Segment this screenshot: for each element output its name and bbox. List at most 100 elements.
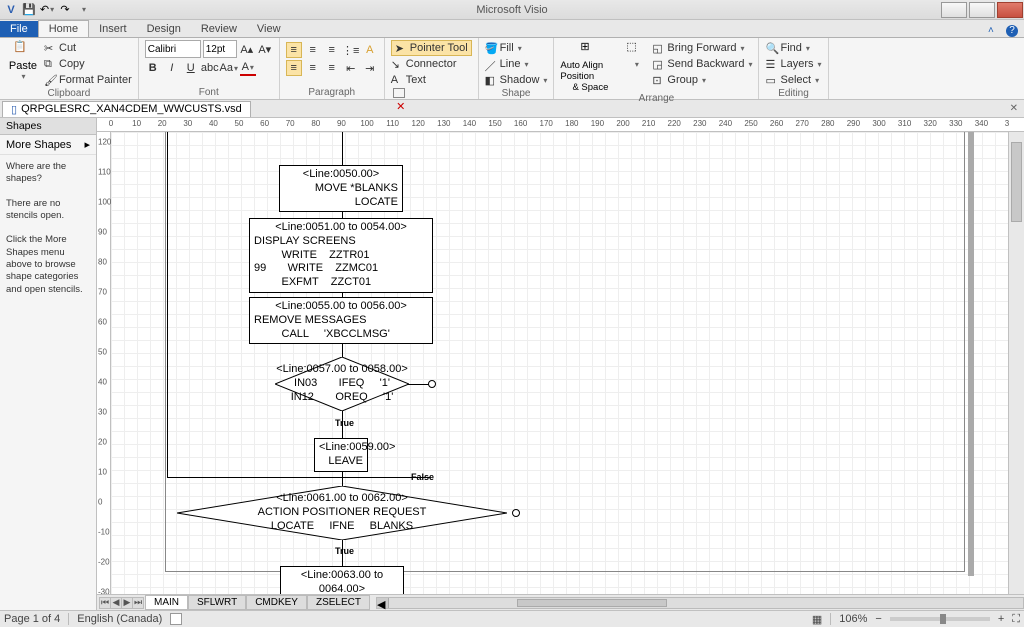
shrink-font-icon[interactable]: A▾	[257, 41, 273, 57]
flowchart-decision-node[interactable]: <Line:0057.00 to 0058.00> IN03 IFEQ '1' …	[275, 357, 409, 411]
node-header: <Line:0061.00 to 0062.00>	[276, 492, 408, 506]
zoom-in-button[interactable]: +	[998, 613, 1004, 625]
auto-align-button[interactable]: ⊞ Auto Align Position & Space	[560, 40, 620, 93]
flowchart-process-node[interactable]: <Line:0059.00> LEAVE	[314, 438, 368, 472]
bold-button[interactable]: B	[145, 60, 161, 76]
auto-align-label: Auto Align Position	[560, 60, 620, 82]
horizontal-scrollbar[interactable]: ◀	[376, 597, 1024, 609]
vertical-scroll-thumb[interactable]	[1011, 142, 1022, 222]
delete-tool-button[interactable]: ✕	[393, 98, 409, 114]
horizontal-scroll-thumb[interactable]	[517, 599, 667, 607]
fill-button[interactable]: 🪣Fill▾	[485, 40, 522, 56]
connector-tool-button[interactable]: ↘Connector	[391, 56, 457, 72]
grow-font-icon[interactable]: A▴	[239, 41, 255, 57]
sheet-tab-main[interactable]: MAIN	[145, 595, 188, 610]
true-label: True	[335, 546, 354, 556]
send-backward-button[interactable]: ◲Send Backward▾	[652, 56, 752, 72]
drawing-canvas[interactable]: <Line:0050.00> MOVE *BLANKS LOCATE <Line…	[111, 132, 1008, 594]
sheet-last-button[interactable]: ⏭	[132, 597, 144, 609]
bring-forward-button[interactable]: ◱Bring Forward▾	[652, 40, 752, 56]
document-tab[interactable]: ▯ QRPGLESRC_XAN4CDEM_WWCUSTS.vsd	[2, 101, 251, 117]
tab-home[interactable]: Home	[38, 20, 89, 37]
font-name-select[interactable]	[145, 40, 201, 58]
page-shadow	[968, 132, 974, 576]
status-zoom[interactable]: 106%	[839, 613, 867, 625]
flowchart-process-node[interactable]: <Line:0063.00 to 0064.00> MOVE ZEROS SFL…	[280, 566, 404, 594]
node-line: LOCATE IFNE BLANKS	[271, 520, 413, 534]
copy-button[interactable]: ⧉Copy	[44, 56, 132, 72]
font-size-select[interactable]	[203, 40, 237, 58]
zoom-slider[interactable]	[890, 617, 990, 621]
window-maximize-button[interactable]	[969, 2, 995, 18]
align-left-button[interactable]: ≡	[286, 60, 302, 76]
hscroll-left-button[interactable]: ◀	[377, 598, 389, 608]
paste-icon: 📋	[13, 40, 33, 60]
underline-button[interactable]: U	[183, 60, 199, 76]
qat-customize-icon[interactable]: ▾	[77, 3, 91, 17]
tab-review[interactable]: Review	[191, 21, 247, 37]
rectangle-tool-button[interactable]	[393, 88, 405, 98]
more-shapes-item[interactable]: More Shapes ▸	[0, 135, 96, 155]
align-top-button[interactable]: ≡	[286, 42, 302, 58]
send-backward-icon: ◲	[652, 58, 664, 70]
sheet-tab-zselect[interactable]: ZSELECT	[307, 595, 370, 610]
align-bottom-button[interactable]: ≡	[324, 42, 340, 58]
sheet-tab-cmdkey[interactable]: CMDKEY	[246, 595, 307, 610]
node-header: <Line:0063.00 to 0064.00>	[285, 569, 399, 594]
node-header: <Line:0059.00>	[319, 441, 363, 455]
text-tool-button[interactable]: AText	[391, 72, 426, 88]
find-button[interactable]: 🔍Find▾	[765, 40, 809, 56]
position-button[interactable]: ⬚ ▾	[624, 40, 648, 69]
flowchart-process-node[interactable]: <Line:0055.00 to 0056.00> REMOVE MESSAGE…	[249, 297, 433, 344]
sheet-tab-sflwrt[interactable]: SFLWRT	[188, 595, 246, 610]
redo-icon[interactable]: ↷	[58, 3, 72, 17]
layers-button[interactable]: ☰Layers▾	[765, 56, 821, 72]
undo-icon[interactable]: ↶▾	[40, 3, 54, 17]
visio-app-icon: V	[4, 3, 18, 17]
text-direction-button[interactable]: A	[362, 42, 378, 58]
node-line: EXFMT ZZCT01	[254, 276, 428, 290]
ribbon-minimize-icon[interactable]: ˄	[988, 25, 1000, 37]
help-icon[interactable]: ?	[1006, 25, 1018, 37]
shadow-button[interactable]: ◧Shadow▾	[485, 72, 548, 88]
tab-design[interactable]: Design	[137, 21, 191, 37]
group-button[interactable]: ⊡Group▾	[652, 72, 752, 88]
align-right-button[interactable]: ≡	[324, 60, 340, 76]
view-normal-icon[interactable]: ▦	[812, 613, 822, 626]
bullets-button[interactable]: ⋮≡	[343, 42, 359, 58]
window-minimize-button[interactable]	[941, 2, 967, 18]
align-middle-button[interactable]: ≡	[305, 42, 321, 58]
window-close-button[interactable]	[997, 2, 1023, 18]
increase-indent-button[interactable]: ⇥	[362, 60, 378, 76]
zoom-out-button[interactable]: −	[875, 613, 881, 625]
tab-file[interactable]: File	[0, 21, 38, 37]
pointer-tool-button[interactable]: ➤Pointer Tool	[391, 40, 472, 56]
status-language[interactable]: English (Canada)	[77, 613, 162, 625]
flowchart-process-node[interactable]: <Line:0051.00 to 0054.00> DISPLAY SCREEN…	[249, 218, 433, 293]
cut-button[interactable]: ✂Cut	[44, 40, 132, 56]
case-button[interactable]: Aa▾	[221, 60, 237, 76]
tab-view[interactable]: View	[247, 21, 291, 37]
shapes-help-msg2: Click the More Shapes menu above to brow…	[0, 228, 96, 302]
connector-label: Connector	[406, 58, 457, 70]
font-color-button[interactable]: A▾	[240, 60, 256, 76]
align-center-button[interactable]: ≡	[305, 60, 321, 76]
copy-label: Copy	[59, 58, 85, 70]
line-button[interactable]: ／Line▾	[485, 56, 529, 72]
flowchart-decision-node[interactable]: <Line:0061.00 to 0062.00> ACTION POSITIO…	[177, 486, 507, 540]
save-icon[interactable]: 💾	[22, 3, 36, 17]
strikethrough-button[interactable]: abc	[202, 60, 218, 76]
vertical-scrollbar[interactable]	[1008, 132, 1024, 594]
tab-insert[interactable]: Insert	[89, 21, 137, 37]
macro-record-icon[interactable]	[170, 613, 182, 625]
format-painter-button[interactable]: 🖌Format Painter	[44, 72, 132, 88]
node-line: 99 WRITE ZZMC01	[254, 262, 428, 276]
italic-button[interactable]: I	[164, 60, 180, 76]
paste-button[interactable]: 📋 Paste ▾	[6, 40, 40, 81]
flowchart-process-node[interactable]: <Line:0050.00> MOVE *BLANKS LOCATE	[279, 165, 403, 212]
decrease-indent-button[interactable]: ⇤	[343, 60, 359, 76]
fill-label: Fill	[500, 42, 514, 54]
select-button[interactable]: ▭Select▾	[765, 72, 819, 88]
document-close-button[interactable]: ✕	[1010, 103, 1018, 114]
fit-page-button[interactable]: ⛶	[1012, 613, 1020, 626]
